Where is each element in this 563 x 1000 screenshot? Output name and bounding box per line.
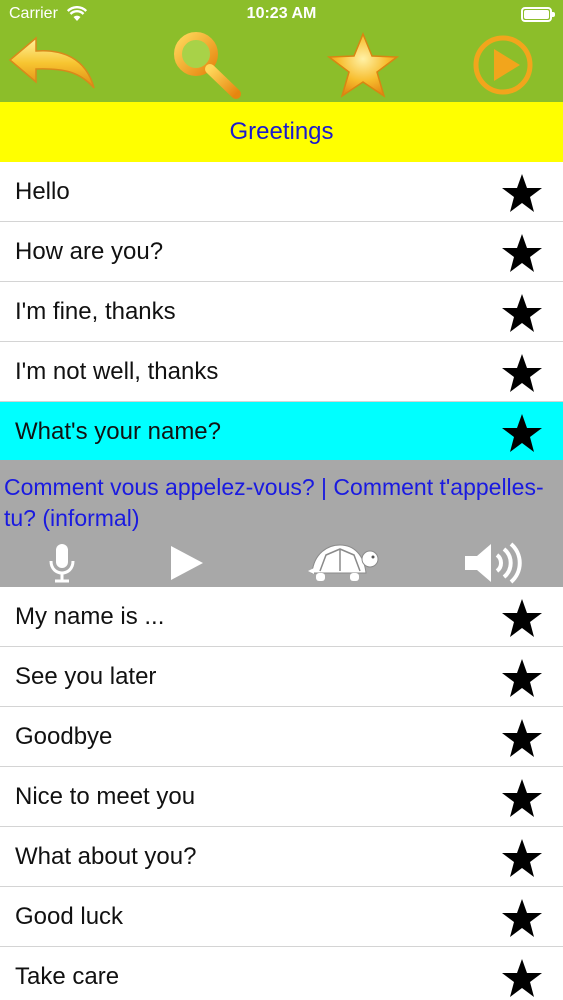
favorite-star-icon[interactable]: [501, 718, 543, 758]
section-title: Greetings: [0, 102, 563, 162]
magnifier-icon: [174, 32, 241, 99]
favorite-star-icon[interactable]: [501, 778, 543, 818]
phrase-label: I'm fine, thanks: [15, 298, 176, 325]
speaker-icon: [465, 542, 522, 584]
battery-icon: [521, 7, 555, 22]
search-button[interactable]: [164, 30, 246, 100]
phrase-label: I'm not well, thanks: [15, 358, 219, 385]
phrase-row-selected[interactable]: What's your name?: [0, 402, 563, 460]
phrase-label: Good luck: [15, 903, 124, 930]
phrase-label: What's your name?: [15, 418, 222, 445]
phrase-row[interactable]: I'm not well, thanks: [0, 342, 563, 402]
phrase-row[interactable]: How are you?: [0, 222, 563, 282]
phrase-label: Nice to meet you: [15, 783, 196, 810]
phrase-label: What about you?: [15, 843, 197, 870]
phrase-row[interactable]: Hello: [0, 162, 563, 222]
favorite-star-icon[interactable]: [501, 898, 543, 938]
favorite-star-icon[interactable]: [501, 353, 543, 393]
phrase-row[interactable]: Goodbye: [0, 707, 563, 767]
phrase-label: My name is ...: [15, 603, 165, 630]
turtle-icon: [308, 544, 379, 581]
phrase-row[interactable]: What about you?: [0, 827, 563, 887]
favorite-star-icon[interactable]: [501, 173, 543, 213]
status-bar: Carrier 10:23 AM: [0, 0, 563, 28]
slow-play-button[interactable]: [304, 540, 384, 586]
play-icon: [171, 546, 203, 580]
microphone-icon: [49, 544, 75, 583]
translation-text: Comment vous appelez-vous? | Comment t'a…: [4, 474, 544, 531]
phrase-row[interactable]: My name is ...: [0, 587, 563, 647]
phrase-label: Goodbye: [15, 723, 113, 750]
favorite-star-icon[interactable]: [501, 598, 543, 638]
phrase-label: See you later: [15, 663, 157, 690]
top-bar: Carrier 10:23 AM: [0, 0, 563, 102]
favorite-star-icon[interactable]: [501, 413, 543, 453]
phrase-row[interactable]: Nice to meet you: [0, 767, 563, 827]
star-icon: [326, 32, 400, 98]
favorite-star-icon[interactable]: [501, 293, 543, 333]
phrase-row[interactable]: Good luck: [0, 887, 563, 947]
play-audio-button[interactable]: [160, 540, 210, 586]
play-button[interactable]: [470, 30, 536, 100]
favorite-star-icon[interactable]: [501, 233, 543, 273]
phrase-row[interactable]: I'm fine, thanks: [0, 282, 563, 342]
back-button[interactable]: [6, 30, 98, 100]
phrase-label: How are you?: [15, 238, 164, 265]
back-arrow-icon: [8, 36, 95, 89]
favorite-star-icon[interactable]: [501, 838, 543, 878]
phrase-label: Hello: [15, 178, 70, 205]
phrase-label: Take care: [15, 963, 120, 990]
phrase-row[interactable]: Take care: [0, 947, 563, 1000]
play-circle-icon: [473, 35, 533, 95]
favorite-star-icon[interactable]: [501, 658, 543, 698]
phrase-row[interactable]: See you later: [0, 647, 563, 707]
volume-button[interactable]: [462, 540, 528, 586]
favorites-button[interactable]: [323, 30, 403, 100]
record-button[interactable]: [40, 540, 84, 586]
favorite-star-icon[interactable]: [501, 958, 543, 998]
clock: 10:23 AM: [246, 5, 317, 22]
